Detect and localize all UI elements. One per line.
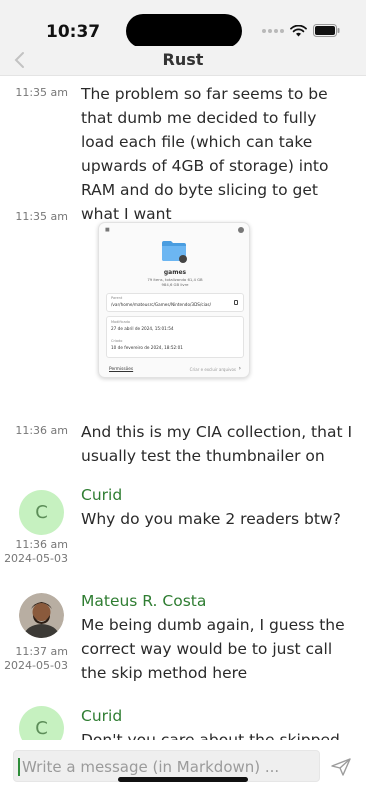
avatar[interactable]: C [19, 706, 64, 740]
modified-label: Modificado [111, 320, 130, 324]
message-author[interactable]: Mateus R. Costa [81, 591, 206, 611]
window-menu-icon: ■ [105, 227, 110, 233]
message-time: 11:36 am [15, 538, 68, 551]
modified-value: 27 de abril de 2024, 15:01:54 [111, 326, 174, 331]
message-time: 11:36 am [15, 424, 68, 437]
text-caret [18, 758, 20, 776]
send-icon[interactable] [330, 757, 352, 777]
message-text: And this is my CIA collection, that I us… [81, 423, 353, 465]
message-text: Why do you make 2 readers btw? [81, 510, 341, 528]
message-text: The problem so far seems to be that dumb… [81, 85, 329, 223]
status-icons [262, 24, 340, 37]
avatar[interactable] [19, 593, 64, 638]
path-panel: Parent /var/home/mateusrc/Games/Nintendo… [106, 293, 244, 312]
message-list[interactable]: 11:35 am The problem so far seems to be … [0, 76, 366, 740]
message-date: 2024-05-03 [4, 659, 68, 672]
message-author[interactable]: Curid [81, 485, 122, 505]
wifi-icon [290, 24, 307, 36]
folder-summary: 79 itens, totalizando 61,4 GB 984,6 GB l… [147, 277, 203, 287]
cellular-signal-icon [262, 28, 284, 33]
message-time: 11:35 am [15, 86, 68, 99]
created-value: 10 de fevereiro de 2024, 18:52:01 [111, 345, 183, 350]
status-time: 10:37 [46, 22, 101, 42]
created-label: Criado [111, 339, 123, 343]
folder-icon [162, 241, 187, 263]
close-icon [238, 227, 244, 233]
message-text: Don't you care about the skipped [81, 731, 340, 740]
message-time: 11:37 am [15, 645, 68, 658]
nav-bar: Rust [0, 46, 366, 76]
dynamic-island [126, 14, 242, 48]
message-image[interactable]: ■ games 79 itens, totalizando 61,4 GB 98… [98, 222, 250, 378]
status-bar: 10:37 [0, 0, 366, 48]
home-indicator [118, 777, 248, 782]
message-text: Me being dumb again, I guess the correct… [81, 616, 345, 682]
message-time: 11:35 am [15, 210, 68, 223]
permissions-hint: Criar e excluir arquivos [189, 367, 236, 372]
avatar[interactable]: C [19, 490, 64, 535]
folder-name: games [163, 269, 187, 276]
copy-icon [234, 300, 238, 305]
path-label: Parent [111, 296, 123, 300]
path-value: /var/home/mateusrc/Games/Nintendo/3DS/ci… [111, 302, 212, 307]
message-author[interactable]: Curid [81, 706, 122, 726]
message-date: 2024-05-03 [4, 552, 68, 565]
chevron-right-icon: › [238, 365, 241, 372]
battery-icon [313, 24, 340, 37]
permissions-label: Permissões [109, 367, 134, 372]
dates-panel: Modificado 27 de abril de 2024, 15:01:54… [106, 316, 244, 358]
page-title: Rust [162, 50, 204, 69]
